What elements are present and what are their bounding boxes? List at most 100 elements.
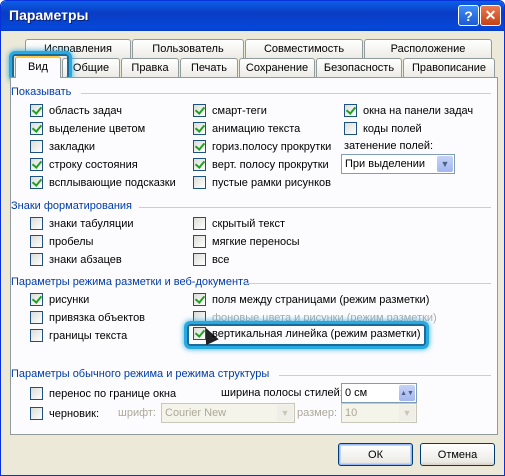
checkbox-box[interactable] — [30, 104, 43, 117]
font-select[interactable]: Courier New ▼ — [161, 403, 295, 423]
checkbox-bookmarks[interactable]: закладки — [30, 140, 95, 153]
checkbox-box[interactable] — [344, 104, 357, 117]
checkbox-drawings[interactable]: рисунки — [30, 293, 89, 306]
size-select[interactable]: 10 ▼ — [341, 403, 417, 423]
checkbox-label: вертикальная линейка (режим разметки) — [212, 327, 421, 340]
section-divider — [279, 375, 491, 376]
checkbox-label: выделение цветом — [49, 122, 146, 135]
chevron-down-icon[interactable]: ▼ — [277, 405, 293, 421]
checkbox-box[interactable] — [30, 407, 43, 420]
tab-security[interactable]: Безопасность — [316, 58, 402, 77]
checkbox-box[interactable] — [193, 122, 206, 135]
section-normal-title: Параметры обычного режима и режима струк… — [11, 368, 270, 380]
checkbox-label: область задач — [49, 104, 122, 117]
section-divider — [139, 207, 491, 208]
options-dialog: Параметры ? ✕ Исправления Пользователь С… — [0, 0, 505, 476]
checkbox-box[interactable] — [193, 253, 206, 266]
checkbox-smart-tags[interactable]: смарт-теги — [193, 104, 267, 117]
checkbox-box[interactable] — [193, 327, 206, 340]
style-width-spinner[interactable]: 0 см ▲▼ — [341, 383, 417, 403]
checkbox-windows-taskbar[interactable]: окна на панели задач — [344, 104, 473, 117]
section-format-title: Знаки форматирования — [11, 200, 133, 212]
checkbox-box[interactable] — [30, 293, 43, 306]
checkbox-label: рисунки — [49, 293, 90, 306]
chevron-down-icon[interactable]: ▼ — [399, 405, 415, 421]
ok-button[interactable]: ОК — [338, 443, 413, 466]
checkbox-draft[interactable]: черновик: — [30, 407, 99, 420]
checkbox-box[interactable] — [344, 122, 357, 135]
checkbox-box[interactable] — [193, 235, 206, 248]
checkbox-box[interactable] — [193, 104, 206, 117]
checkbox-all[interactable]: все — [193, 253, 229, 266]
select-value: При выделении — [345, 158, 426, 170]
checkbox-animation[interactable]: анимацию текста — [193, 122, 300, 135]
tab-user[interactable]: Пользователь — [132, 39, 244, 58]
checkbox-box[interactable] — [30, 235, 43, 248]
checkbox-vertical-ruler[interactable]: вертикальная линейка (режим разметки) — [193, 327, 421, 340]
checkbox-box[interactable] — [30, 158, 43, 171]
checkbox-spaces[interactable]: пробелы — [30, 235, 93, 248]
close-icon: ✕ — [484, 7, 497, 23]
checkbox-label: верт. полосу прокрутки — [212, 158, 329, 171]
checkbox-label: всплывающие подсказки — [49, 176, 176, 189]
spinner-arrows-icon[interactable]: ▲▼ — [399, 385, 415, 401]
checkbox-label: поля между страницами (режим разметки) — [212, 293, 430, 306]
checkbox-label: мягкие переносы — [212, 235, 300, 248]
tab-print[interactable]: Печать — [180, 58, 238, 77]
checkbox-label: пробелы — [49, 235, 94, 248]
select-value: 10 — [345, 407, 358, 419]
checkbox-box[interactable] — [193, 217, 206, 230]
checkbox-label: гориз.полосу прокрутки — [212, 140, 332, 153]
checkbox-box[interactable] — [30, 122, 43, 135]
checkbox-object-anchors[interactable]: привязка объектов — [30, 311, 145, 324]
checkbox-label: привязка объектов — [49, 311, 146, 324]
checkbox-label: коды полей — [363, 122, 422, 135]
checkbox-box[interactable] — [30, 253, 43, 266]
checkbox-box[interactable] — [193, 293, 206, 306]
checkbox-label: знаки табуляции — [49, 217, 134, 230]
checkbox-label: черновик: — [49, 407, 100, 420]
checkbox-box[interactable] — [30, 329, 43, 342]
title-bar[interactable]: Параметры ? ✕ — [1, 1, 504, 31]
checkbox-box[interactable] — [30, 176, 43, 189]
checkbox-box[interactable] — [30, 311, 43, 324]
style-width-label: ширина полосы стилей: — [221, 387, 343, 399]
checkbox-tab-chars[interactable]: знаки табуляции — [30, 217, 134, 230]
tab-edit[interactable]: Правка — [121, 58, 179, 77]
checkbox-field-codes[interactable]: коды полей — [344, 122, 422, 135]
help-button[interactable]: ? — [458, 5, 479, 26]
chevron-down-icon[interactable]: ▼ — [437, 156, 453, 172]
checkbox-box[interactable] — [30, 387, 43, 400]
checkbox-text-boundaries[interactable]: границы текста — [30, 329, 127, 342]
section-divider — [247, 283, 491, 284]
cancel-button[interactable]: Отмена — [420, 443, 495, 466]
checkbox-tooltips[interactable]: всплывающие подсказки — [30, 176, 176, 189]
checkbox-white-space[interactable]: поля между страницами (режим разметки) — [193, 293, 429, 306]
checkbox-highlight[interactable]: выделение цветом — [30, 122, 145, 135]
tab-compatibility[interactable]: Совместимость — [245, 39, 363, 58]
checkbox-picture-placeholders[interactable]: пустые рамки рисунков — [193, 176, 331, 189]
checkbox-label: перенос по границе окна — [49, 387, 177, 400]
field-shading-select[interactable]: При выделении ▼ — [341, 154, 455, 174]
checkbox-box[interactable] — [30, 140, 43, 153]
checkbox-label: все — [212, 253, 230, 266]
tab-location[interactable]: Расположение — [364, 39, 492, 58]
checkbox-hidden-text[interactable]: скрытый текст — [193, 217, 285, 230]
checkbox-hscroll[interactable]: гориз.полосу прокрутки — [193, 140, 331, 153]
checkbox-label: окна на панели задач — [363, 104, 474, 117]
tab-view[interactable]: Вид — [15, 56, 61, 78]
checkbox-box[interactable] — [193, 140, 206, 153]
checkbox-vscroll[interactable]: верт. полосу прокрутки — [193, 158, 329, 171]
checkbox-box[interactable] — [193, 158, 206, 171]
checkbox-soft-hyphens[interactable]: мягкие переносы — [193, 235, 300, 248]
close-button[interactable]: ✕ — [480, 5, 501, 26]
checkbox-paragraph-marks[interactable]: знаки абзацев — [30, 253, 122, 266]
checkbox-box[interactable] — [193, 176, 206, 189]
checkbox-task-pane[interactable]: область задач — [30, 104, 122, 117]
tab-spelling[interactable]: Правописание — [403, 58, 495, 77]
tab-save[interactable]: Сохранение — [239, 58, 315, 77]
checkbox-box[interactable] — [30, 217, 43, 230]
checkbox-wrap-window[interactable]: перенос по границе окна — [30, 387, 176, 400]
spinner-value: 0 см — [345, 387, 368, 399]
checkbox-status-bar[interactable]: строку состояния — [30, 158, 138, 171]
